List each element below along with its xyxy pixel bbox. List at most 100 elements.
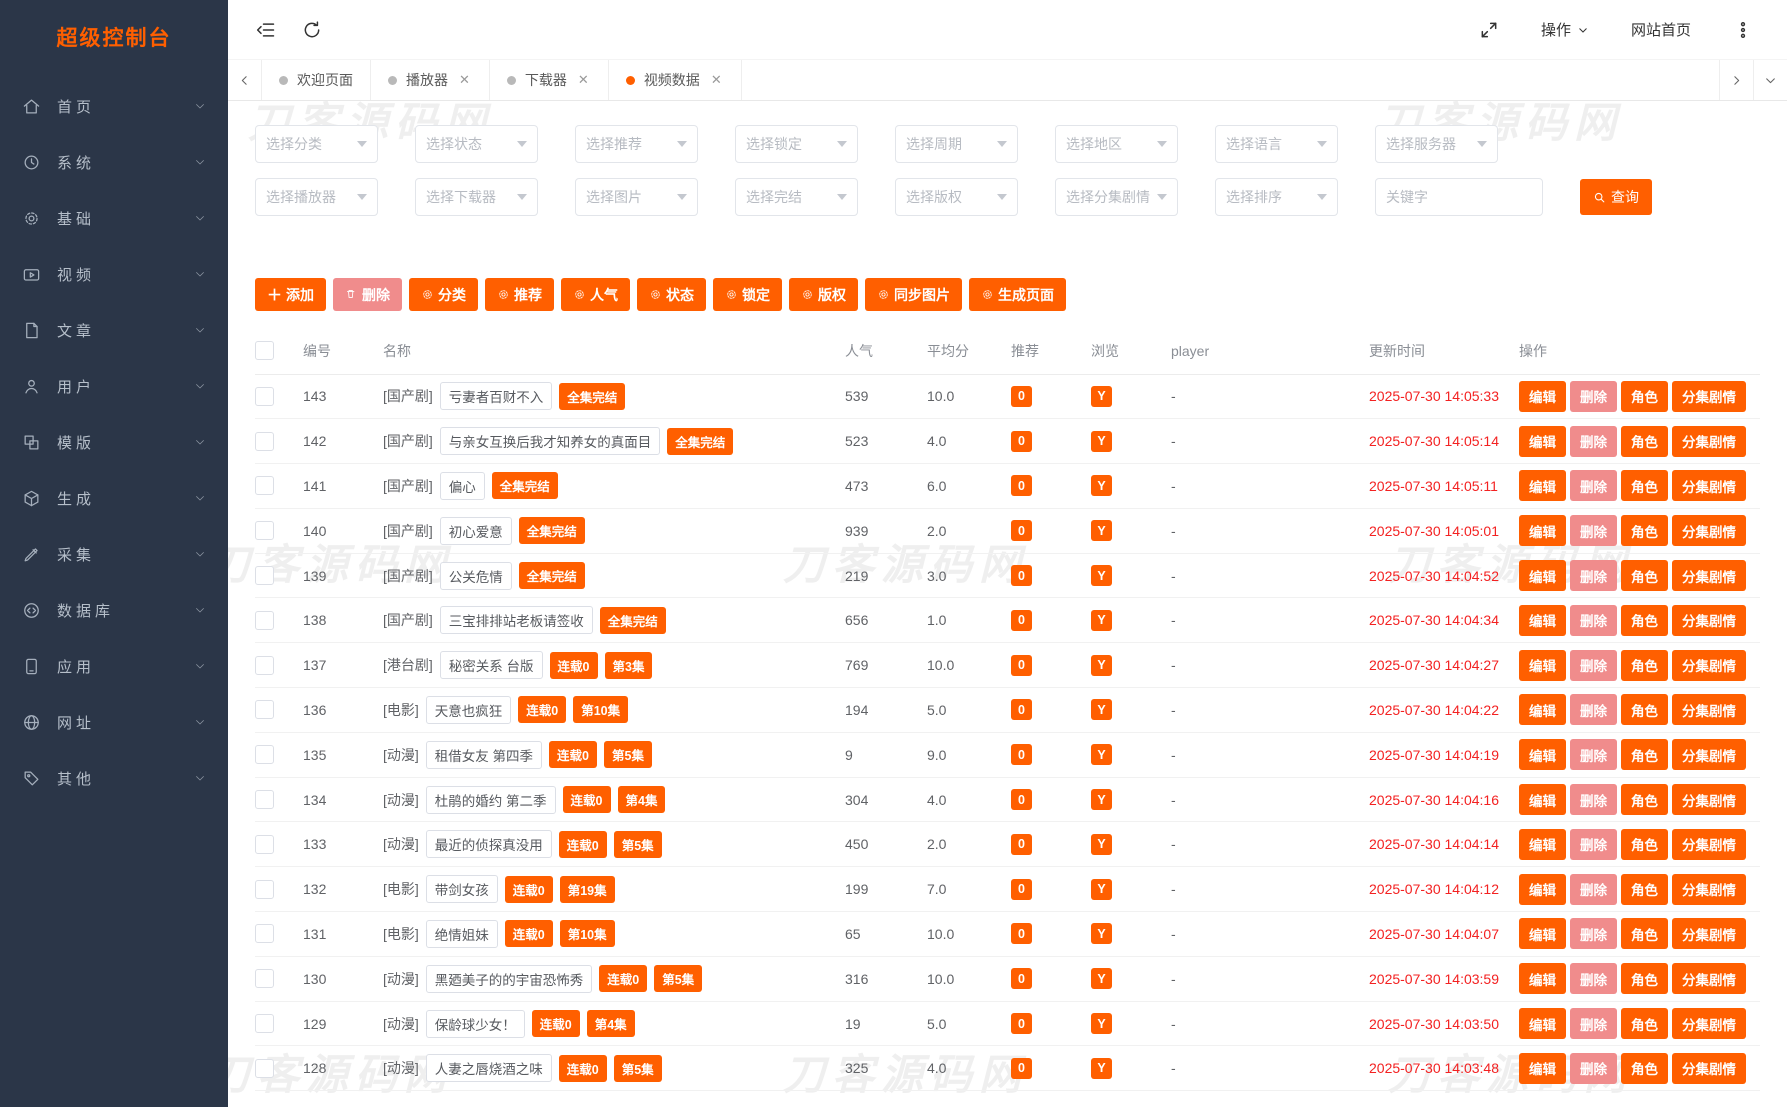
row-checkbox[interactable] <box>255 655 274 675</box>
row-action-2[interactable]: 角色 <box>1621 873 1668 905</box>
toolbar-button-0[interactable]: ＋添加 <box>255 278 327 311</box>
sidebar-item-7[interactable]: 生成 <box>0 470 228 526</box>
row-action-2[interactable]: 角色 <box>1621 470 1668 502</box>
row-action-3[interactable]: 分集剧情 <box>1672 918 1746 950</box>
row-action-1[interactable]: 删除 <box>1570 1052 1617 1084</box>
sidebar-item-2[interactable]: 基础 <box>0 190 228 246</box>
row-action-3[interactable]: 分集剧情 <box>1672 694 1746 726</box>
row-action-3[interactable]: 分集剧情 <box>1672 873 1746 905</box>
row-action-3[interactable]: 分集剧情 <box>1672 784 1746 816</box>
row-action-3[interactable]: 分集剧情 <box>1672 470 1746 502</box>
tabs-scroll-left-button[interactable] <box>228 60 262 100</box>
row-action-3[interactable]: 分集剧情 <box>1672 425 1746 457</box>
tab-1[interactable]: 播放器 ✕ <box>371 60 490 100</box>
row-action-3[interactable]: 分集剧情 <box>1672 649 1746 681</box>
row-action-3[interactable]: 分集剧情 <box>1672 828 1746 860</box>
filter-select-1-4[interactable]: 选择周期 <box>895 125 1018 163</box>
row-action-3[interactable]: 分集剧情 <box>1672 515 1746 547</box>
row-action-1[interactable]: 删除 <box>1570 380 1617 412</box>
row-action-2[interactable]: 角色 <box>1621 963 1668 995</box>
filter-select-1-7[interactable]: 选择服务器 <box>1375 125 1498 163</box>
filter-select-1-3[interactable]: 选择锁定 <box>735 125 858 163</box>
row-action-1[interactable]: 删除 <box>1570 918 1617 950</box>
row-checkbox[interactable] <box>255 879 274 899</box>
filter-select-2-6[interactable]: 选择排序 <box>1215 178 1338 216</box>
row-action-2[interactable]: 角色 <box>1621 380 1668 412</box>
row-action-0[interactable]: 编辑 <box>1519 604 1566 636</box>
row-checkbox[interactable] <box>255 969 274 989</box>
filter-select-1-5[interactable]: 选择地区 <box>1055 125 1178 163</box>
row-action-0[interactable]: 编辑 <box>1519 873 1566 905</box>
row-action-2[interactable]: 角色 <box>1621 560 1668 592</box>
row-action-2[interactable]: 角色 <box>1621 918 1668 950</box>
row-action-1[interactable]: 删除 <box>1570 560 1617 592</box>
row-action-3[interactable]: 分集剧情 <box>1672 380 1746 412</box>
fullscreen-icon[interactable] <box>1479 20 1499 40</box>
sidebar-item-1[interactable]: 系统 <box>0 134 228 190</box>
row-action-2[interactable]: 角色 <box>1621 1052 1668 1084</box>
toolbar-button-7[interactable]: 版权 <box>789 278 859 311</box>
site-home-link[interactable]: 网站首页 <box>1631 19 1691 40</box>
row-checkbox[interactable] <box>255 521 274 541</box>
actions-dropdown[interactable]: 操作 <box>1541 19 1589 40</box>
row-checkbox[interactable] <box>255 790 274 810</box>
row-action-2[interactable]: 角色 <box>1621 425 1668 457</box>
row-checkbox[interactable] <box>255 566 274 586</box>
row-action-1[interactable]: 删除 <box>1570 425 1617 457</box>
row-action-0[interactable]: 编辑 <box>1519 784 1566 816</box>
sidebar-item-10[interactable]: 应用 <box>0 638 228 694</box>
row-checkbox[interactable] <box>255 1014 274 1034</box>
filter-select-2-2[interactable]: 选择图片 <box>575 178 698 216</box>
row-checkbox[interactable] <box>255 431 274 451</box>
row-action-0[interactable]: 编辑 <box>1519 425 1566 457</box>
row-action-1[interactable]: 删除 <box>1570 828 1617 860</box>
filter-select-1-2[interactable]: 选择推荐 <box>575 125 698 163</box>
select-all-checkbox[interactable] <box>255 341 274 361</box>
row-action-2[interactable]: 角色 <box>1621 649 1668 681</box>
row-action-2[interactable]: 角色 <box>1621 604 1668 636</box>
more-vertical-icon[interactable] <box>1733 20 1753 40</box>
row-action-1[interactable]: 删除 <box>1570 649 1617 681</box>
sidebar-item-4[interactable]: 文章 <box>0 302 228 358</box>
row-action-1[interactable]: 删除 <box>1570 784 1617 816</box>
row-action-1[interactable]: 删除 <box>1570 739 1617 771</box>
tabs-scroll-right-button[interactable] <box>1719 60 1753 100</box>
toolbar-button-6[interactable]: 锁定 <box>713 278 783 311</box>
keyword-input[interactable] <box>1375 178 1543 216</box>
sidebar-item-9[interactable]: 数据库 <box>0 582 228 638</box>
tab-0[interactable]: 欢迎页面 <box>262 60 371 100</box>
toolbar-button-5[interactable]: 状态 <box>637 278 707 311</box>
row-action-0[interactable]: 编辑 <box>1519 694 1566 726</box>
row-action-3[interactable]: 分集剧情 <box>1672 963 1746 995</box>
row-action-0[interactable]: 编辑 <box>1519 739 1566 771</box>
filter-select-2-0[interactable]: 选择播放器 <box>255 178 378 216</box>
filter-select-2-5[interactable]: 选择分集剧情 <box>1055 178 1178 216</box>
filter-select-2-4[interactable]: 选择版权 <box>895 178 1018 216</box>
row-action-0[interactable]: 编辑 <box>1519 380 1566 412</box>
row-action-0[interactable]: 编辑 <box>1519 1052 1566 1084</box>
row-action-1[interactable]: 删除 <box>1570 694 1617 726</box>
row-checkbox[interactable] <box>255 386 274 406</box>
tabs-menu-button[interactable] <box>1753 60 1787 100</box>
sidebar-item-5[interactable]: 用户 <box>0 358 228 414</box>
toolbar-button-3[interactable]: 推荐 <box>485 278 555 311</box>
row-action-2[interactable]: 角色 <box>1621 828 1668 860</box>
sidebar-item-0[interactable]: 首页 <box>0 78 228 134</box>
row-checkbox[interactable] <box>255 610 274 630</box>
row-action-1[interactable]: 删除 <box>1570 470 1617 502</box>
toolbar-button-2[interactable]: 分类 <box>409 278 479 311</box>
row-action-3[interactable]: 分集剧情 <box>1672 739 1746 771</box>
tab-close-icon[interactable]: ✕ <box>709 70 724 90</box>
tab-close-icon[interactable]: ✕ <box>457 70 472 90</box>
sidebar-item-6[interactable]: 模版 <box>0 414 228 470</box>
row-checkbox[interactable] <box>255 924 274 944</box>
filter-select-1-0[interactable]: 选择分类 <box>255 125 378 163</box>
toolbar-button-4[interactable]: 人气 <box>561 278 631 311</box>
filter-select-2-3[interactable]: 选择完结 <box>735 178 858 216</box>
row-checkbox[interactable] <box>255 1058 274 1078</box>
row-action-2[interactable]: 角色 <box>1621 1008 1668 1040</box>
row-action-0[interactable]: 编辑 <box>1519 1008 1566 1040</box>
row-action-0[interactable]: 编辑 <box>1519 560 1566 592</box>
toolbar-button-9[interactable]: 生成页面 <box>969 278 1067 311</box>
tab-3[interactable]: 视频数据 ✕ <box>609 60 742 100</box>
